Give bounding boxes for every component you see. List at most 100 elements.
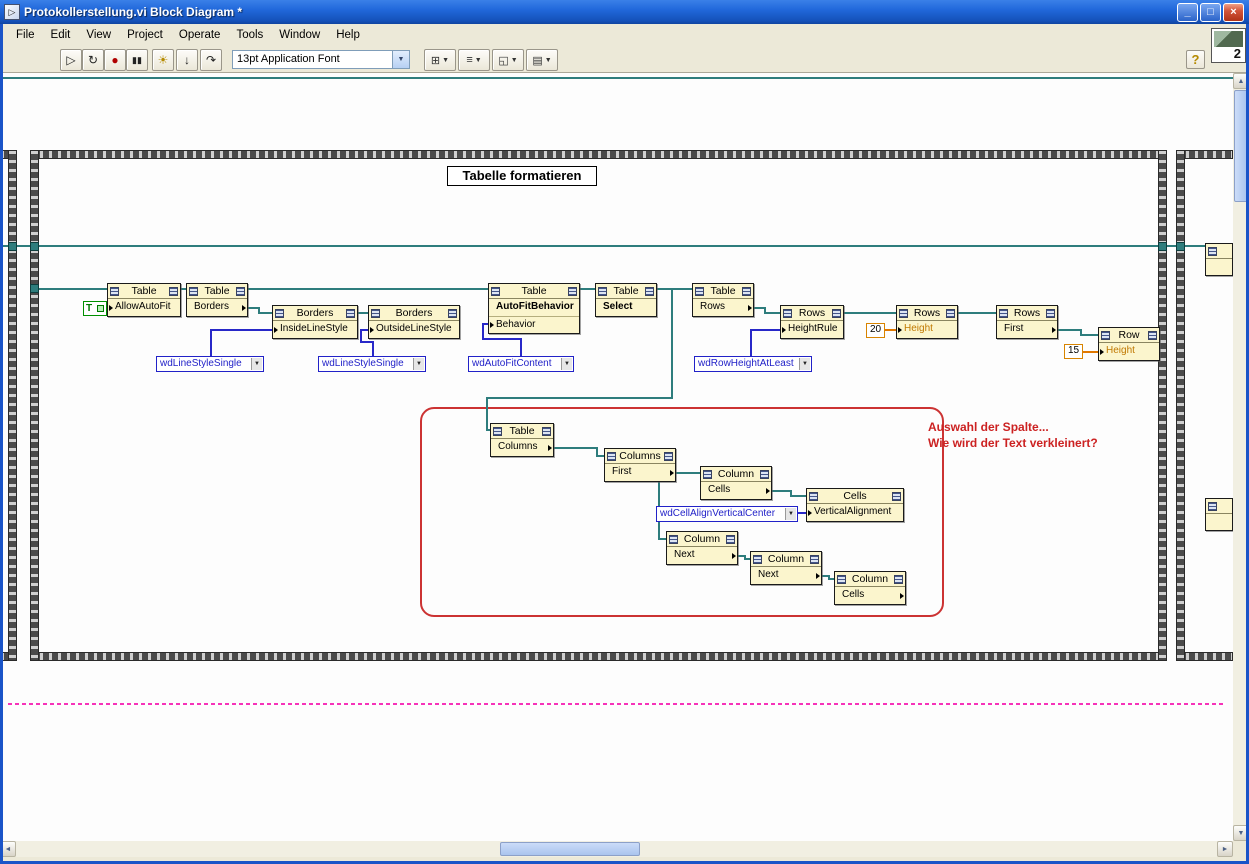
property-row[interactable]: VerticalAlignment bbox=[807, 504, 903, 521]
distribute-objects-dropdown[interactable]: ≡ ▼ bbox=[458, 49, 490, 71]
wire-segment[interactable] bbox=[1080, 334, 1098, 336]
wire-segment[interactable] bbox=[750, 329, 752, 356]
sequence-frame-border[interactable] bbox=[30, 150, 1167, 159]
menu-operate[interactable]: Operate bbox=[171, 26, 229, 44]
property-node-borders-outsidelinestyle[interactable]: Borders OutsideLineStyle bbox=[368, 305, 460, 339]
property-node-cells-verticalalignment[interactable]: Cells VerticalAlignment bbox=[806, 488, 904, 522]
numeric-constant-20[interactable]: 20 bbox=[866, 323, 885, 338]
wire-segment[interactable] bbox=[772, 490, 792, 492]
wire-segment[interactable] bbox=[2, 245, 1205, 247]
property-node-table-allowautofit[interactable]: Table AllowAutoFit bbox=[107, 283, 181, 317]
property-row[interactable]: AllowAutoFit bbox=[108, 299, 180, 316]
dropdown-arrow-icon[interactable]: ▼ bbox=[799, 358, 810, 370]
wire-segment[interactable] bbox=[258, 312, 272, 314]
enum-constant-linestyle-2[interactable]: wdLineStyleSingle ▼ bbox=[318, 356, 426, 372]
property-node-column-next-1[interactable]: Column Next bbox=[666, 531, 738, 565]
wire-segment[interactable] bbox=[885, 329, 896, 331]
property-node-column-next-2[interactable]: Column Next bbox=[750, 551, 822, 585]
property-row[interactable]: Cells bbox=[701, 482, 771, 499]
reorder-objects-dropdown[interactable]: ▤ ▼ bbox=[526, 49, 558, 71]
property-node-column-cells-2[interactable]: Column Cells bbox=[834, 571, 906, 605]
wire-segment[interactable] bbox=[798, 512, 806, 514]
property-node-borders-insidelinestyle[interactable]: Borders InsideLineStyle bbox=[272, 305, 358, 339]
context-help-button[interactable]: ? bbox=[1186, 50, 1205, 69]
property-row[interactable] bbox=[1206, 514, 1232, 530]
sequence-frame-border[interactable] bbox=[30, 652, 1167, 661]
wire-segment[interactable] bbox=[554, 447, 598, 449]
align-objects-dropdown[interactable]: ⊞ ▼ bbox=[424, 49, 456, 71]
minimize-button[interactable]: _ bbox=[1177, 3, 1198, 22]
sequence-tunnel[interactable] bbox=[1176, 242, 1185, 251]
invoke-node-table-select[interactable]: Table Select bbox=[595, 283, 657, 317]
wire-segment[interactable] bbox=[0, 77, 1233, 79]
sequence-frame-border[interactable] bbox=[1158, 150, 1167, 661]
menu-edit[interactable]: Edit bbox=[43, 26, 79, 44]
pause-button[interactable]: ▮▮ bbox=[126, 49, 148, 71]
property-row[interactable]: Height bbox=[1099, 343, 1159, 360]
property-row[interactable]: Rows bbox=[693, 299, 753, 316]
step-into-button[interactable]: ↓ bbox=[176, 49, 198, 71]
maximize-button[interactable]: □ bbox=[1200, 3, 1221, 22]
horizontal-scrollbar-thumb[interactable] bbox=[500, 842, 640, 856]
menu-window[interactable]: Window bbox=[271, 26, 328, 44]
property-row[interactable]: Cells bbox=[835, 587, 905, 604]
wire-segment[interactable] bbox=[596, 455, 604, 457]
close-button[interactable]: × bbox=[1223, 3, 1244, 22]
wire-segment[interactable] bbox=[520, 338, 522, 356]
wire-segment[interactable] bbox=[750, 329, 780, 331]
dropdown-arrow-icon[interactable]: ▼ bbox=[785, 508, 796, 520]
property-row[interactable]: OutsideLineStyle bbox=[369, 321, 459, 338]
step-over-button[interactable]: ↷ bbox=[200, 49, 222, 71]
partial-property-node[interactable] bbox=[1205, 243, 1233, 276]
scroll-right-button[interactable]: ► bbox=[1217, 841, 1233, 857]
wire-segment[interactable] bbox=[210, 329, 272, 331]
property-node-row-height[interactable]: Row Height bbox=[1098, 327, 1160, 361]
abort-button[interactable]: ● bbox=[104, 49, 126, 71]
method-row[interactable]: AutoFitBehavior bbox=[489, 299, 579, 316]
property-row[interactable]: Borders bbox=[187, 299, 247, 316]
horizontal-scrollbar[interactable]: ◄ ► bbox=[0, 841, 1233, 857]
vi-icon-pane[interactable]: 2 bbox=[1211, 28, 1246, 63]
sequence-tunnel[interactable] bbox=[30, 284, 39, 293]
menu-project[interactable]: Project bbox=[119, 26, 171, 44]
wire-segment[interactable] bbox=[1083, 351, 1098, 353]
property-node-column-cells-1[interactable]: Column Cells bbox=[700, 466, 772, 500]
dropdown-arrow-icon[interactable]: ▼ bbox=[413, 358, 424, 370]
font-selector[interactable]: 13pt Application Font ▼ bbox=[232, 50, 410, 69]
wire-segment[interactable] bbox=[486, 397, 673, 399]
sequence-frame-border[interactable] bbox=[8, 150, 17, 661]
property-row[interactable]: InsideLineStyle bbox=[273, 321, 357, 338]
wire-segment[interactable] bbox=[657, 288, 692, 290]
menu-view[interactable]: View bbox=[78, 26, 119, 44]
partial-property-node[interactable] bbox=[1205, 498, 1233, 531]
wire-segment[interactable] bbox=[1058, 329, 1082, 331]
wire-segment[interactable] bbox=[482, 338, 522, 340]
wire-segment[interactable] bbox=[248, 288, 488, 290]
property-row[interactable]: Height bbox=[897, 321, 957, 338]
property-row[interactable] bbox=[1206, 259, 1232, 275]
wire-segment[interactable] bbox=[486, 397, 488, 431]
wire-segment[interactable] bbox=[790, 495, 806, 497]
enum-constant-cellalign[interactable]: wdCellAlignVerticalCenter ▼ bbox=[656, 506, 798, 522]
property-row[interactable]: First bbox=[997, 321, 1057, 338]
enum-constant-rowheightrule[interactable]: wdRowHeightAtLeast ▼ bbox=[694, 356, 812, 372]
wire-segment[interactable] bbox=[844, 312, 896, 314]
property-node-table-columns[interactable]: Table Columns bbox=[490, 423, 554, 457]
boolean-true-constant[interactable]: T bbox=[83, 301, 107, 316]
dropdown-arrow-icon[interactable]: ▼ bbox=[561, 358, 572, 370]
enum-constant-linestyle-1[interactable]: wdLineStyleSingle ▼ bbox=[156, 356, 264, 372]
block-diagram-canvas[interactable]: T 20 15 wdLineStyleSingle ▼ wdLineStyleS… bbox=[0, 73, 1233, 841]
property-row[interactable]: Next bbox=[667, 547, 737, 564]
enum-constant-autofit[interactable]: wdAutoFitContent ▼ bbox=[468, 356, 574, 372]
property-row[interactable]: First bbox=[605, 464, 675, 481]
sequence-frame-border[interactable] bbox=[1176, 150, 1185, 661]
property-node-columns-first[interactable]: Columns First bbox=[604, 448, 676, 482]
property-node-rows-height[interactable]: Rows Height bbox=[896, 305, 958, 339]
wire-segment[interactable] bbox=[958, 312, 996, 314]
sequence-tunnel[interactable] bbox=[30, 242, 39, 251]
method-row[interactable]: Select bbox=[596, 299, 656, 316]
numeric-constant-15[interactable]: 15 bbox=[1064, 344, 1083, 359]
property-row[interactable]: Columns bbox=[491, 439, 553, 456]
property-node-table-rows[interactable]: Table Rows bbox=[692, 283, 754, 317]
chevron-down-icon[interactable]: ▼ bbox=[392, 51, 409, 68]
